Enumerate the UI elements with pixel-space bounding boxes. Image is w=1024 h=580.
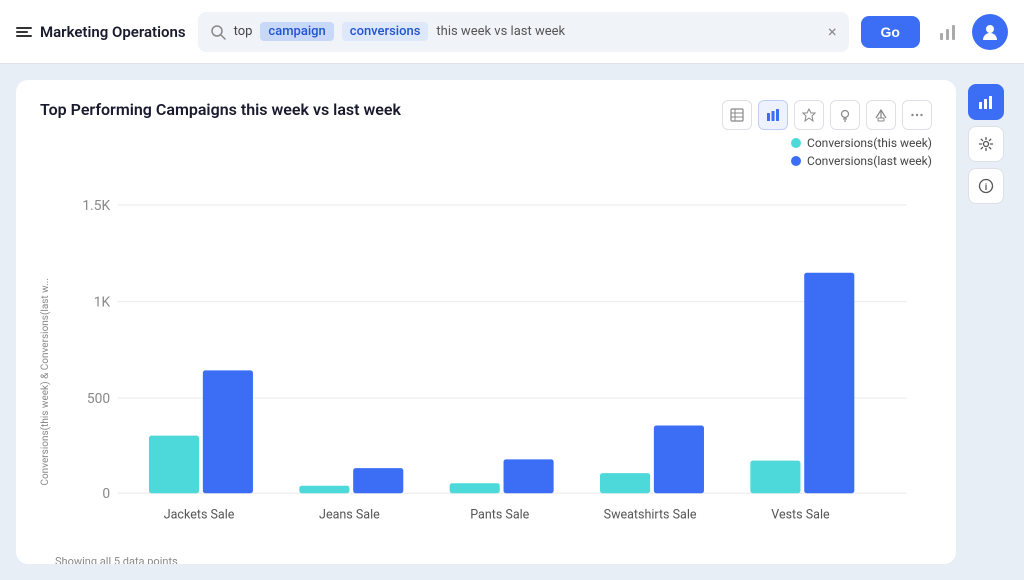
svg-text:500: 500 [87, 391, 110, 407]
sidebar-barchart-btn[interactable] [968, 84, 1004, 120]
chart-area: Conversions(this week) & Conversions(las… [40, 180, 932, 564]
legend-last-week: Conversions(last week) [791, 154, 932, 168]
chart-footer: Showing all 5 data points Campaign [55, 555, 932, 564]
app-title: Marketing Operations [16, 23, 186, 41]
y-axis-label: Conversions(this week) & Conversions(las… [40, 278, 51, 486]
toolbar-barchart-btn[interactable] [758, 100, 788, 130]
header-icons [932, 14, 1008, 50]
showing-data-points: Showing all 5 data points [55, 555, 932, 564]
legend-this-week: Conversions(this week) [791, 136, 932, 150]
sidebar-info-btn[interactable]: i [968, 168, 1004, 204]
svg-text:1.5K: 1.5K [82, 198, 110, 214]
search-icon [210, 24, 226, 40]
user-avatar[interactable] [972, 14, 1008, 50]
search-clear-icon[interactable]: × [828, 24, 837, 40]
analytics-icon[interactable] [932, 16, 964, 48]
chart-svg: 1.5K 1K 500 0 Jackets Sale [55, 180, 932, 531]
search-bar[interactable]: top campaign conversions this week vs la… [198, 12, 849, 52]
svg-text:i: i [985, 182, 988, 192]
token-campaign[interactable]: campaign [260, 22, 333, 41]
chart-legend: Conversions(this week) Conversions(last … [791, 136, 932, 168]
toolbar-pin-btn[interactable] [794, 100, 824, 130]
svg-text:1K: 1K [94, 295, 111, 311]
toolbar-table-btn[interactable] [722, 100, 752, 130]
toolbar-more-btn[interactable] [902, 100, 932, 130]
chart-plot: 1.5K 1K 500 0 Jackets Sale [55, 180, 932, 551]
chart-title: Top Performing Campaigns this week vs la… [40, 100, 401, 119]
token-conversions[interactable]: conversions [342, 22, 429, 41]
svg-text:Jackets Sale: Jackets Sale [164, 507, 235, 522]
card-header: Top Performing Campaigns this week vs la… [40, 100, 932, 172]
toolbar-share-btn[interactable] [866, 100, 896, 130]
legend-dot-this-week [791, 138, 801, 148]
header: Marketing Operations top campaign conver… [0, 0, 1024, 64]
menu-icon [16, 27, 32, 37]
svg-text:Sweatshirts Sale: Sweatshirts Sale [604, 507, 697, 522]
svg-text:Pants Sale: Pants Sale [470, 507, 529, 522]
go-button[interactable]: Go [861, 16, 920, 48]
token-top: top [234, 24, 253, 39]
card-toolbar [722, 100, 932, 130]
legend-dot-last-week [791, 156, 801, 166]
svg-text:Jeans Sale: Jeans Sale [319, 507, 380, 522]
main-layout: Top Performing Campaigns this week vs la… [0, 64, 1024, 580]
toolbar-bulb-btn[interactable] [830, 100, 860, 130]
svg-text:Vests Sale: Vests Sale [771, 507, 830, 522]
sidebar-gear-btn[interactable] [968, 126, 1004, 162]
right-sidebar: i [964, 80, 1008, 564]
chart-card: Top Performing Campaigns this week vs la… [16, 80, 956, 564]
search-query-text: this week vs last week [436, 24, 820, 39]
svg-text:0: 0 [102, 486, 110, 502]
chart-inner: 1.5K 1K 500 0 Jackets Sale [55, 180, 932, 564]
